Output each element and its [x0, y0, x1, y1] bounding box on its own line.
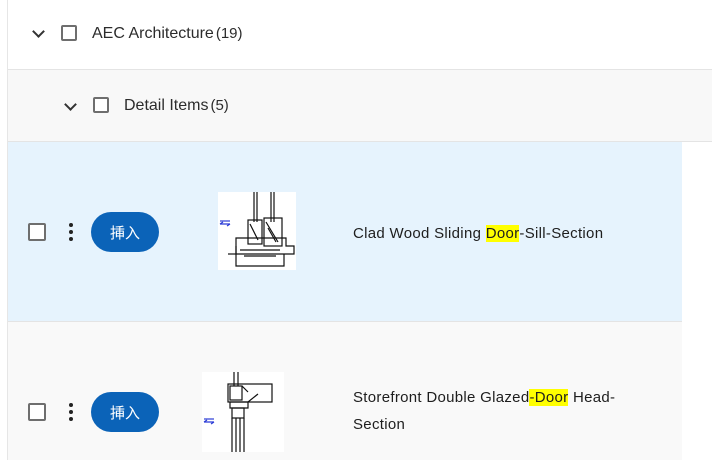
door-head-section-drawing — [203, 372, 273, 452]
category-label: AEC Architecture (19) — [92, 25, 243, 43]
category-row[interactable]: AEC Architecture (19) — [8, 0, 712, 70]
subcategory-label: Detail Items (5) — [124, 97, 229, 115]
category-name: AEC Architecture — [92, 25, 214, 42]
title-text: Storefront Double Glazed — [353, 389, 530, 406]
item-thumbnail — [202, 372, 284, 452]
chevron-down-icon[interactable] — [33, 28, 43, 38]
chevron-down-icon[interactable] — [65, 101, 75, 111]
left-gutter — [0, 0, 8, 460]
more-options-icon[interactable] — [68, 403, 74, 421]
insert-button[interactable]: 挿入 — [91, 212, 159, 252]
door-sill-section-drawing — [219, 192, 295, 267]
list-item[interactable]: 挿入 Clad Wood Sliding Door-Sill-Section — [8, 142, 682, 322]
insert-button[interactable]: 挿入 — [91, 392, 159, 432]
subcategory-name: Detail Items — [124, 97, 209, 114]
subcategory-count: (5) — [210, 97, 229, 114]
subcategory-row[interactable]: Detail Items (5) — [8, 70, 712, 142]
item-title: Clad Wood Sliding Door-Sill-Section — [353, 220, 603, 247]
title-text: Section — [353, 416, 406, 433]
subcategory-checkbox[interactable] — [93, 97, 109, 113]
item-checkbox[interactable] — [28, 223, 46, 241]
title-text: Head- — [568, 389, 616, 406]
category-checkbox[interactable] — [61, 25, 77, 41]
item-checkbox[interactable] — [28, 403, 46, 421]
more-options-icon[interactable] — [68, 223, 74, 241]
list-item[interactable]: 挿入 Storefront Double Glazed-Door Head- S… — [8, 322, 682, 460]
search-highlight: -Door — [529, 389, 569, 406]
search-highlight: Door — [485, 225, 520, 242]
category-count: (19) — [215, 25, 243, 42]
title-text: -Sill-Section — [519, 225, 604, 242]
title-text: Clad Wood Sliding — [353, 225, 486, 242]
item-thumbnail — [218, 192, 296, 270]
item-title: Storefront Double Glazed-Door Head- Sect… — [353, 384, 653, 438]
